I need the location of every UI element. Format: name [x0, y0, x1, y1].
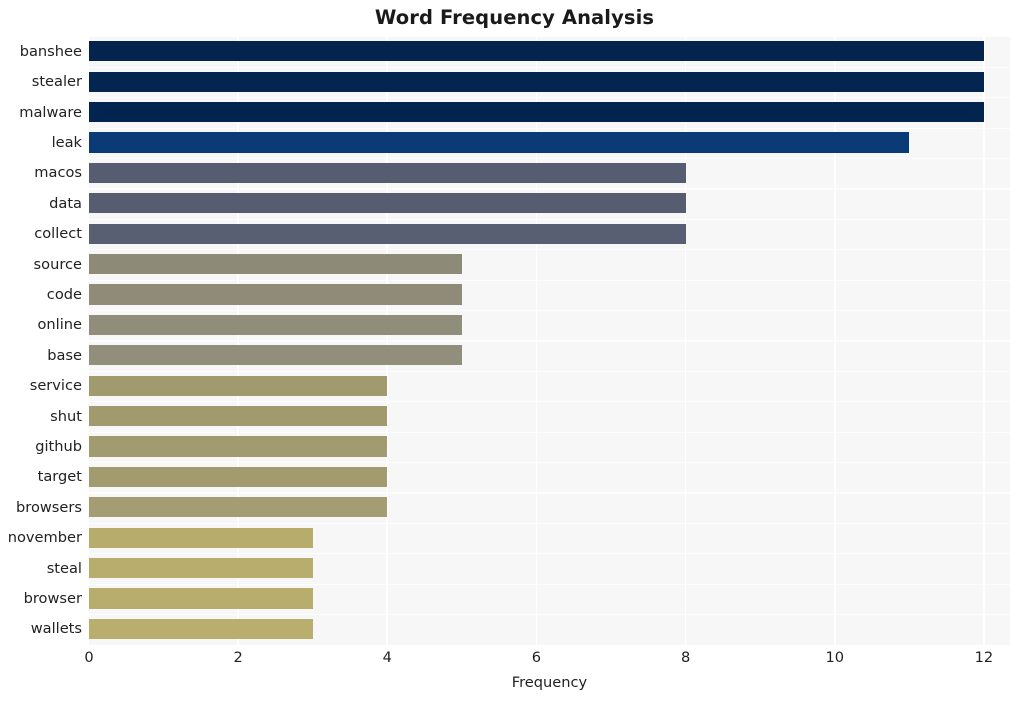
- bar-collect: [89, 223, 686, 244]
- x-tick-label-0: 0: [84, 649, 94, 666]
- y-tick-label-banshee: banshee: [19, 42, 82, 60]
- y-tick-label-malware: malware: [19, 103, 82, 121]
- bar-row: [89, 37, 1010, 66]
- bar-row: [89, 219, 1010, 248]
- bar-row: [89, 280, 1010, 309]
- bar-service: [89, 375, 388, 396]
- y-tick-label-base: base: [47, 346, 82, 364]
- bar-row: [89, 67, 1010, 96]
- bar-macos: [89, 162, 686, 183]
- plot-area: [89, 37, 1010, 645]
- y-tick-label-data: data: [49, 194, 82, 212]
- bar-code: [89, 284, 462, 305]
- y-tick-label-november: november: [7, 529, 82, 547]
- y-tick-label-source: source: [33, 255, 82, 273]
- y-tick-label-stealer: stealer: [31, 73, 82, 91]
- bar-row: [89, 159, 1010, 188]
- bar-row: [89, 189, 1010, 218]
- bar-row: [89, 128, 1010, 157]
- bar-row: [89, 311, 1010, 340]
- bar-banshee: [89, 41, 984, 62]
- y-tick-label-github: github: [35, 437, 82, 455]
- bar-malware: [89, 101, 984, 123]
- bar-row: [89, 554, 1010, 583]
- bar-row: [89, 341, 1010, 370]
- bar-row: [89, 523, 1010, 552]
- bar-row: [89, 615, 1010, 644]
- y-tick-label-code: code: [46, 285, 82, 303]
- bar-shut: [89, 405, 388, 427]
- bar-row: [89, 584, 1010, 613]
- bar-browser: [89, 588, 313, 609]
- page-title: Word Frequency Analysis: [374, 6, 655, 29]
- x-tick-label-2: 2: [233, 649, 243, 666]
- x-tick-label-4: 4: [382, 649, 392, 666]
- y-tick-label-collect: collect: [34, 225, 82, 243]
- x-tick-label-6: 6: [531, 649, 542, 666]
- bar-data: [89, 193, 686, 214]
- y-tick-label-browsers: browsers: [16, 498, 82, 516]
- bar-wallets: [89, 618, 313, 639]
- bar-row: [89, 493, 1010, 522]
- bar-browsers: [89, 497, 388, 518]
- bar-row: [89, 250, 1010, 279]
- y-tick-label-macos: macos: [34, 164, 82, 182]
- bar-steal: [89, 557, 313, 579]
- x-axis-tick-labels: 0 2 4 6 8 10 12: [84, 645, 1010, 671]
- bar-base: [89, 345, 462, 366]
- x-axis-label: Frequency: [511, 674, 588, 691]
- x-tick-label-8: 8: [680, 649, 691, 666]
- y-tick-label-shut: shut: [50, 407, 82, 425]
- bar-github: [89, 436, 388, 457]
- y-tick-label-browser: browser: [23, 589, 82, 607]
- bar-source: [89, 253, 462, 275]
- word-frequency-chart-figure: Word Frequency Analysis banshee stealer ma…: [0, 0, 1029, 701]
- y-tick-label-service: service: [29, 377, 82, 395]
- bar-row: [89, 402, 1010, 431]
- y-tick-label-steal: steal: [46, 559, 82, 577]
- bar-row: [89, 98, 1010, 127]
- y-tick-label-target: target: [37, 468, 82, 486]
- bar-stealer: [89, 71, 984, 92]
- x-tick-label-12: 12: [974, 649, 994, 666]
- bar-row: [89, 463, 1010, 492]
- y-axis-tick-labels: banshee stealer malware leak macos data collec…: [0, 37, 82, 645]
- y-tick-label-wallets: wallets: [30, 620, 82, 638]
- bar-november: [89, 527, 313, 548]
- x-tick-label-10: 10: [825, 649, 845, 666]
- y-tick-label-online: online: [37, 316, 82, 334]
- bar-target: [89, 466, 388, 487]
- bar-row: [89, 432, 1010, 461]
- bar-row: [89, 371, 1010, 400]
- y-tick-label-leak: leak: [51, 133, 82, 151]
- bar-leak: [89, 132, 910, 153]
- bar-online: [89, 314, 462, 335]
